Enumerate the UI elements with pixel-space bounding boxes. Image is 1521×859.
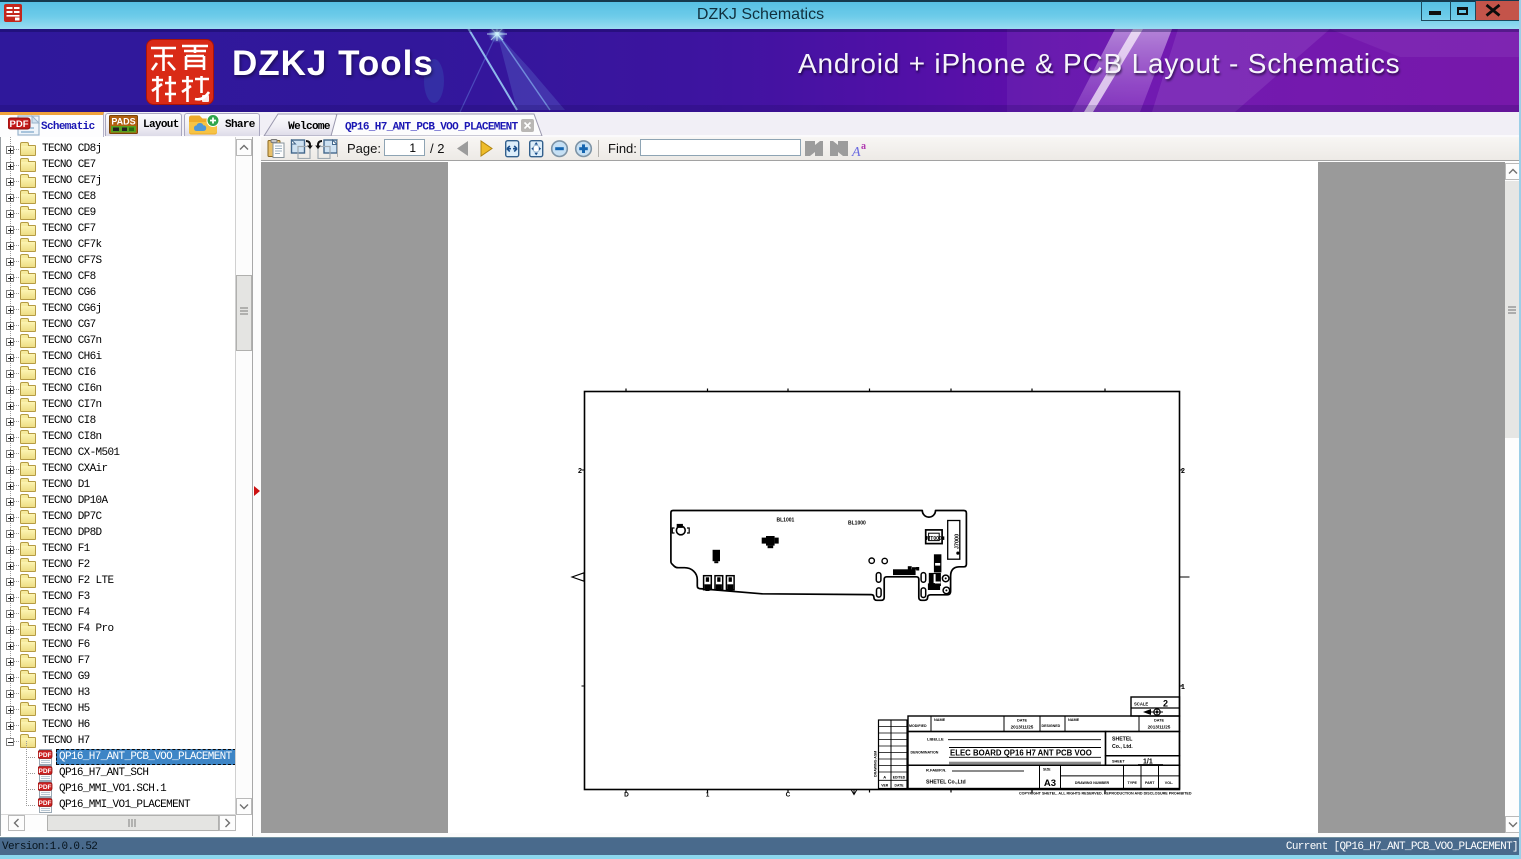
svg-text:SHETEL: SHETEL: [1112, 737, 1133, 743]
svg-text:A: A: [883, 775, 886, 780]
svg-text:SHETEL Co.,Ltd: SHETEL Co.,Ltd: [926, 779, 966, 785]
svg-text:NAME: NAME: [1068, 718, 1080, 722]
svg-text:2: 2: [1181, 468, 1185, 475]
svg-text:VOL.: VOL.: [1165, 781, 1173, 785]
svg-text:2013/11/25: 2013/11/25: [1011, 725, 1034, 730]
svg-text:PDF: PDF: [39, 768, 52, 775]
svg-text:A: A: [851, 145, 861, 159]
svg-text:1: 1: [1181, 684, 1185, 691]
svg-text:MT000: MT000: [926, 536, 942, 542]
svg-text:DATE: DATE: [1017, 719, 1028, 723]
svg-text:J7000: J7000: [955, 534, 961, 549]
svg-text:C: C: [786, 792, 791, 799]
svg-text:QP16_H7_ANT_PCB_VOO_PLACEMENT: QP16_H7_ANT_PCB_VOO_PLACEMENT: [345, 122, 519, 134]
svg-text:PART: PART: [1145, 781, 1155, 785]
svg-text:COPYRIGHT SHETEL. ALL RIGHTS R: COPYRIGHT SHETEL. ALL RIGHTS RESERVED. R…: [1019, 791, 1192, 795]
svg-text:SHEET: SHEET: [1112, 760, 1125, 764]
svg-text:NAME: NAME: [934, 718, 946, 722]
svg-text:1: 1: [706, 792, 710, 799]
svg-text:SIZE: SIZE: [1043, 768, 1051, 772]
svg-text:PADS: PADS: [111, 117, 135, 127]
svg-text:VER: VER: [881, 784, 889, 788]
svg-text:DRAWING NUMBER: DRAWING NUMBER: [1075, 781, 1110, 785]
svg-text:PDF: PDF: [39, 752, 52, 759]
svg-text:D: D: [624, 792, 629, 799]
svg-text:R.FAB/P.N.: R.FAB/P.N.: [926, 768, 946, 773]
svg-text:DENOMINATION: DENOMINATION: [911, 750, 939, 754]
svg-text:DATE: DATE: [1154, 719, 1165, 723]
svg-text:MODIFIED: MODIFIED: [909, 724, 927, 728]
svg-text:Co., Ltd.: Co., Ltd.: [1112, 744, 1133, 750]
svg-text:TYPE: TYPE: [1128, 781, 1138, 785]
svg-text:2013/11/25: 2013/11/25: [1148, 725, 1171, 730]
svg-text:LIBELLE: LIBELLE: [927, 737, 944, 742]
svg-text:a: a: [861, 141, 866, 152]
svg-text:SCALE: SCALE: [1134, 702, 1148, 707]
svg-text:Welcome: Welcome: [288, 121, 331, 133]
svg-text:BL1001: BL1001: [777, 518, 795, 524]
svg-text:BL1000: BL1000: [848, 521, 866, 527]
svg-text:2: 2: [578, 468, 582, 475]
svg-text:A3: A3: [1044, 778, 1056, 789]
svg-text:PDF: PDF: [10, 119, 29, 130]
svg-text:DESIGNED: DESIGNED: [1042, 724, 1061, 728]
svg-text:DATE: DATE: [895, 784, 905, 788]
svg-text:2: 2: [1163, 699, 1168, 709]
svg-text:ELEC BOARD QP16 H7 ANT PCB VOO: ELEC BOARD QP16 H7 ANT PCB VOO: [950, 748, 1092, 757]
svg-text:PDF: PDF: [39, 800, 52, 807]
svg-text:PDF: PDF: [39, 784, 52, 791]
svg-text:EDITED: EDITED: [893, 776, 906, 780]
svg-text:DRAWING ASM: DRAWING ASM: [874, 751, 878, 777]
